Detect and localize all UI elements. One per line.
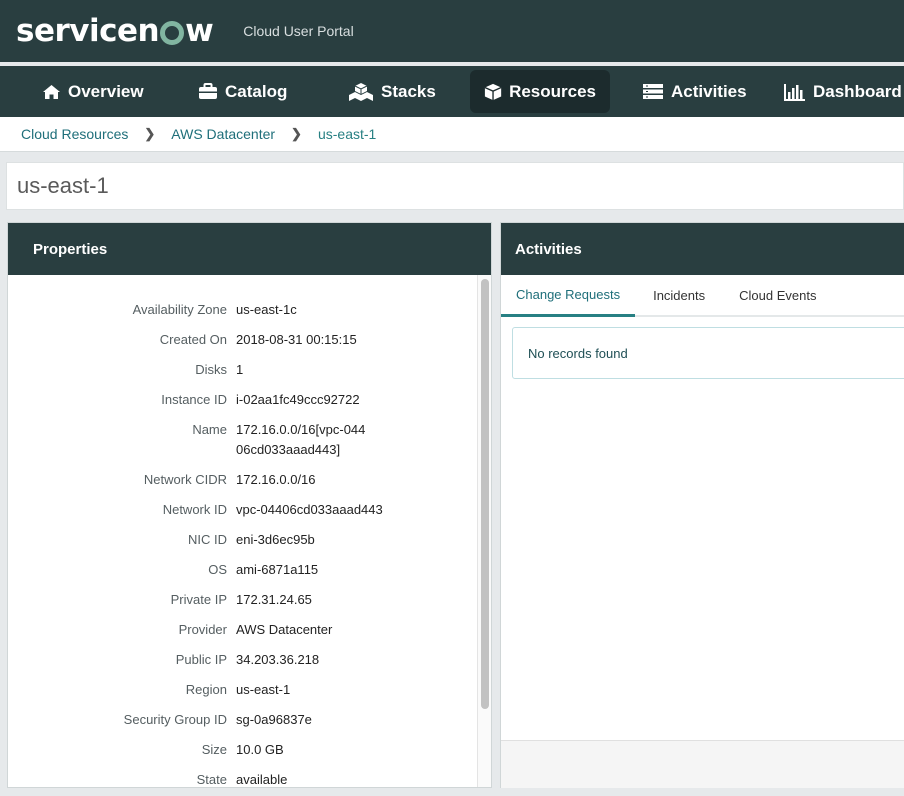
property-value: AWS Datacenter — [236, 622, 333, 637]
nav-catalog[interactable]: Catalog — [184, 70, 301, 113]
property-value: i-02aa1fc49ccc92722 — [236, 392, 360, 407]
nav-label: Resources — [509, 81, 596, 101]
nav-label: Dashboard — [813, 81, 902, 101]
activities-panel: Activities Change Requests Incidents Clo… — [500, 222, 904, 788]
activities-title: Activities — [515, 240, 582, 258]
chevron-right-icon: ❯ — [291, 126, 302, 141]
property-row: Region us-east-1 — [8, 680, 491, 710]
property-row: OS ami-6871a115 — [8, 560, 491, 590]
property-value: 1 — [236, 362, 244, 377]
properties-body: Availability Zone us-east-1c Created On 20… — [8, 275, 491, 787]
nav-activities[interactable]: Activities — [628, 70, 761, 113]
property-row: NIC ID eni-3d6ec95b — [8, 530, 491, 560]
chevron-right-icon: ❯ — [144, 126, 156, 141]
property-label: Region — [185, 682, 227, 697]
property-label: Created On — [159, 332, 227, 347]
nav-label: Catalog — [225, 81, 288, 101]
page-title: us-east-1 — [17, 173, 109, 198]
property-row: Size 10.0 GB — [8, 740, 491, 770]
property-label: State — [196, 772, 227, 787]
activities-header: Activities — [501, 223, 904, 275]
cube-icon — [484, 83, 502, 100]
property-value: 172.16.0.0/16[vpc-04406cd033aaad443] — [236, 422, 366, 457]
bar-chart-icon — [784, 83, 805, 101]
nav-resources[interactable]: Resources — [470, 70, 610, 113]
home-icon — [43, 84, 60, 99]
property-value: eni-3d6ec95b — [236, 532, 315, 547]
activities-tabs: Change Requests Incidents Cloud Events — [501, 275, 904, 317]
nav-stacks[interactable]: Stacks — [334, 70, 450, 113]
properties-header: Properties — [8, 223, 491, 275]
properties-title: Properties — [33, 240, 108, 258]
property-row: Network CIDR 172.16.0.0/16 — [8, 470, 491, 500]
property-value: 172.31.24.65 — [236, 592, 312, 607]
breadcrumb-cloud-resources[interactable]: Cloud Resources — [21, 126, 128, 142]
cubes-icon — [349, 82, 373, 101]
property-row: Created On 2018-08-31 00:15:15 — [8, 330, 491, 360]
property-value: ami-6871a115 — [236, 562, 319, 577]
properties-scrollbar[interactable] — [477, 275, 491, 787]
property-label: Network ID — [162, 502, 227, 517]
empty-state-message: No records found — [512, 327, 904, 379]
property-row: Instance ID i-02aa1fc49ccc92722 — [8, 390, 491, 420]
breadcrumb-aws-datacenter[interactable]: AWS Datacenter — [171, 126, 275, 142]
property-label: Disks — [195, 362, 227, 377]
top-header: servicen w Cloud User Portal — [0, 0, 904, 62]
property-value: us-east-1c — [236, 302, 297, 317]
property-label: NIC ID — [188, 532, 227, 547]
briefcase-icon — [199, 83, 217, 99]
property-row: Private IP 172.31.24.65 — [8, 590, 491, 620]
nav-dashboard[interactable]: Dashboard — [770, 70, 904, 113]
breadcrumb: Cloud Resources ❯ AWS Datacenter ❯ us-ea… — [0, 117, 904, 152]
property-value: vpc-04406cd033aaad443 — [236, 502, 383, 517]
property-row: Availability Zone us-east-1c — [8, 300, 491, 330]
tab-cloud-events[interactable]: Cloud Events — [720, 288, 831, 315]
property-label: Security Group ID — [123, 712, 227, 727]
property-row: Provider AWS Datacenter — [8, 620, 491, 650]
properties-panel: Properties Availability Zone us-east-1c C… — [7, 222, 492, 788]
servicenow-logo[interactable]: servicen w — [16, 13, 214, 49]
logo-text-end: w — [185, 13, 214, 49]
property-row: Security Group ID sg-0a96837e — [8, 710, 491, 740]
property-row: Public IP 34.203.36.218 — [8, 650, 491, 680]
property-value: 34.203.36.218 — [236, 652, 320, 667]
scrollbar-thumb[interactable] — [481, 279, 489, 709]
property-row: Network ID vpc-04406cd033aaad443 — [8, 500, 491, 530]
property-value: available — [236, 772, 288, 787]
breadcrumb-current[interactable]: us-east-1 — [318, 126, 376, 142]
property-value: 172.16.0.0/16 — [236, 472, 316, 487]
property-label: Name — [192, 422, 227, 437]
portal-title: Cloud User Portal — [243, 23, 354, 39]
logo-text: servicen — [16, 13, 160, 49]
property-label: Availability Zone — [132, 302, 227, 317]
logo-ring-icon — [160, 21, 185, 45]
property-label: Provider — [178, 622, 227, 637]
property-label: Public IP — [175, 652, 227, 667]
property-row: State available — [8, 770, 491, 787]
property-value: sg-0a96837e — [236, 712, 312, 727]
activities-footer — [501, 740, 904, 788]
tab-change-requests[interactable]: Change Requests — [501, 287, 636, 317]
property-label: Size — [201, 742, 227, 757]
property-row: Name 172.16.0.0/16[vpc-04406cd033aaad443] — [8, 420, 491, 470]
nav-label: Overview — [68, 81, 144, 101]
tab-incidents[interactable]: Incidents — [635, 288, 720, 315]
property-label: Network CIDR — [143, 472, 227, 487]
page-title-bar: us-east-1 — [6, 162, 904, 210]
nav-overview[interactable]: Overview — [28, 70, 158, 113]
property-value: us-east-1 — [236, 682, 291, 697]
main-nav: Overview Catalog Stacks Resources Activi… — [0, 66, 904, 117]
nav-label: Stacks — [381, 81, 436, 101]
list-icon — [643, 84, 663, 99]
property-value: 10.0 GB — [236, 742, 284, 757]
property-row: Disks 1 — [8, 360, 491, 390]
property-label: Private IP — [170, 592, 227, 607]
nav-label: Activities — [671, 81, 747, 101]
property-label: Instance ID — [161, 392, 227, 407]
property-value: 2018-08-31 00:15:15 — [236, 332, 357, 347]
property-label: OS — [208, 562, 227, 577]
